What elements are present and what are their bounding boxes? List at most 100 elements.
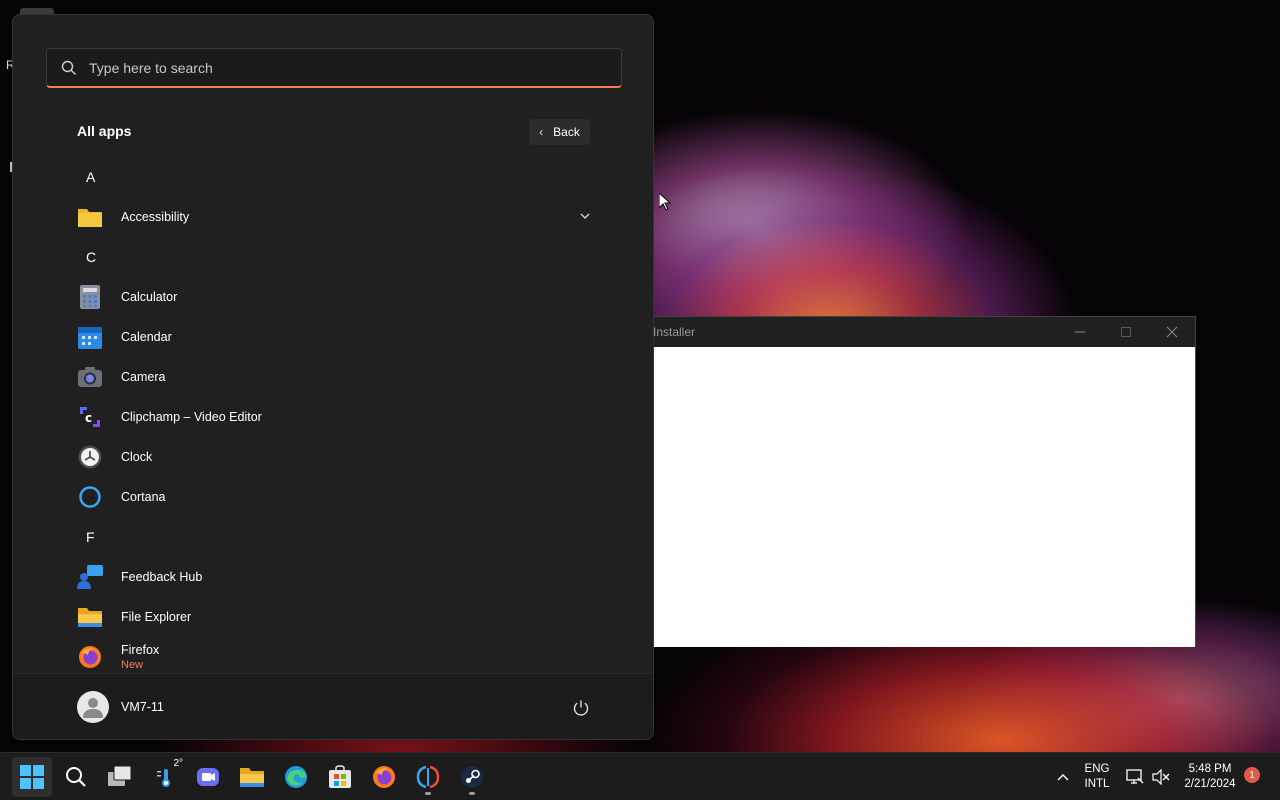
app-item-cortana[interactable]: Cortana [13, 477, 653, 517]
steam-button[interactable] [452, 757, 492, 797]
power-icon [573, 700, 589, 716]
edge-icon [285, 766, 307, 788]
weather-temp: 2° [173, 758, 183, 769]
start-button[interactable] [12, 757, 52, 797]
show-hidden-icons-button[interactable] [1052, 753, 1074, 800]
language-code: ENG [1084, 763, 1110, 775]
svg-text:c: c [85, 411, 92, 425]
teams-chat-button[interactable] [188, 757, 228, 797]
firefox-icon [77, 644, 103, 670]
start-footer: VM7-11 [13, 673, 653, 739]
installer-window[interactable]: Installer [600, 316, 1196, 647]
user-icon [83, 698, 103, 718]
installer-titlebar[interactable]: Installer [601, 317, 1195, 347]
app-item-clock[interactable]: Clock [13, 437, 653, 477]
language-indicator[interactable]: ENG INTL [1080, 762, 1114, 792]
search-icon [61, 60, 76, 75]
app-item-accessibility[interactable]: Accessibility [13, 197, 653, 237]
back-button[interactable]: ‹ Back [529, 119, 590, 145]
app-list[interactable]: A Accessibility C Calculator Calendar Ca… [13, 157, 653, 677]
maximize-button[interactable] [1103, 317, 1149, 347]
app-label: Accessibility [121, 210, 190, 224]
letter-label: A [86, 169, 96, 185]
task-view-icon [108, 766, 132, 786]
app-label: Firefox [121, 643, 160, 657]
app-item-firefox[interactable]: Firefox New [13, 637, 653, 677]
chevron-up-icon [1057, 774, 1069, 781]
letter-header-f[interactable]: F [13, 517, 653, 557]
chevron-left-icon: ‹ [539, 125, 544, 139]
file-explorer-icon [77, 604, 103, 630]
uninstaller-app-button[interactable] [408, 757, 448, 797]
firefox-icon [373, 766, 395, 788]
microsoft-store-icon [329, 765, 351, 788]
running-indicator [469, 792, 475, 795]
weather-icon [157, 769, 170, 787]
installer-title: Installer [653, 325, 696, 339]
letter-header-c[interactable]: C [13, 237, 653, 277]
volume-button[interactable] [1150, 753, 1172, 800]
calendar-icon [77, 324, 103, 350]
clock-date: 2/21/2024 [1184, 778, 1236, 790]
teams-chat-icon [197, 768, 219, 786]
microsoft-store-button[interactable] [320, 757, 360, 797]
weather-button[interactable]: 2° [146, 757, 186, 797]
notification-badge[interactable]: 1 [1244, 767, 1260, 783]
user-name[interactable]: VM7-11 [121, 700, 164, 714]
chevron-down-icon[interactable] [579, 210, 591, 222]
app-item-calculator[interactable]: Calculator [13, 277, 653, 317]
app-item-file-explorer[interactable]: File Explorer [13, 597, 653, 637]
clock-icon [77, 444, 103, 470]
file-explorer-icon [240, 768, 264, 787]
search-input[interactable] [89, 59, 589, 76]
installer-content [601, 347, 1195, 647]
maximize-icon [1121, 327, 1131, 337]
start-icon [20, 765, 44, 789]
feedback-hub-icon [77, 564, 103, 590]
back-label: Back [553, 125, 580, 139]
power-button[interactable] [569, 696, 593, 720]
start-menu: All apps ‹ Back A Accessibility C Calcul… [12, 14, 654, 740]
close-button[interactable] [1149, 317, 1195, 347]
taskbar-file-explorer-button[interactable] [232, 757, 272, 797]
clipchamp-icon: c [77, 404, 103, 430]
app-label: Feedback Hub [121, 570, 203, 584]
search-box[interactable] [46, 48, 622, 88]
clock[interactable]: 5:48 PM 2/21/2024 [1176, 762, 1244, 792]
folder-icon [77, 204, 103, 230]
steam-icon [461, 766, 483, 788]
app-label: Clipchamp – Video Editor [121, 410, 262, 424]
app-item-camera[interactable]: Camera [13, 357, 653, 397]
close-icon [1166, 326, 1178, 338]
window-controls [1057, 317, 1195, 347]
mouse-cursor-icon [659, 193, 671, 211]
edge-button[interactable] [276, 757, 316, 797]
taskbar-firefox-button[interactable] [364, 757, 404, 797]
app-label: Camera [121, 370, 166, 384]
letter-label: C [86, 249, 97, 265]
network-icon [1126, 769, 1144, 784]
app-label: Cortana [121, 490, 166, 504]
app-item-feedback-hub[interactable]: Feedback Hub [13, 557, 653, 597]
uninstaller-icon [416, 765, 440, 789]
camera-icon [77, 364, 103, 390]
volume-muted-icon [1152, 769, 1170, 785]
app-item-calendar[interactable]: Calendar [13, 317, 653, 357]
network-button[interactable] [1124, 753, 1146, 800]
avatar[interactable] [77, 691, 109, 723]
app-label: Clock [121, 450, 153, 464]
letter-header-a[interactable]: A [13, 157, 653, 197]
app-label: Calculator [121, 290, 178, 304]
cortana-icon [77, 484, 103, 510]
running-indicator [425, 792, 431, 795]
clock-time: 5:48 PM [1188, 763, 1232, 775]
taskbar-search-button[interactable] [56, 757, 96, 797]
task-view-button[interactable] [100, 757, 140, 797]
app-label: Calendar [121, 330, 172, 344]
calculator-icon [77, 284, 103, 310]
minimize-button[interactable] [1057, 317, 1103, 347]
app-item-clipchamp[interactable]: c Clipchamp – Video Editor [13, 397, 653, 437]
taskbar: 2° ENG INTL 5:48 PM 2/21/2024 [0, 752, 1280, 800]
letter-label: F [86, 529, 95, 545]
new-badge: New [121, 659, 144, 671]
